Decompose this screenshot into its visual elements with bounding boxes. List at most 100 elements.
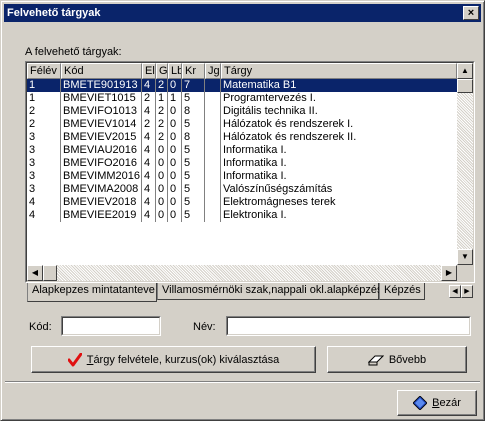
table-cell: 2 bbox=[156, 118, 168, 131]
vertical-scrollbar[interactable]: ▲ ▼ bbox=[457, 63, 473, 265]
table-row[interactable]: 3 BMEVIMA2008 4 0 0 5 Valószínűségszámítás bbox=[27, 183, 457, 196]
column-header[interactable]: Tárgy bbox=[221, 63, 457, 79]
table-cell: 8 bbox=[182, 105, 205, 118]
table-cell: 4 bbox=[142, 144, 156, 157]
table-cell: 0 bbox=[168, 131, 182, 144]
tab-alapkepzes[interactable]: Alapkepzes mintatanteve bbox=[27, 283, 157, 302]
table-cell: 1 bbox=[27, 92, 61, 105]
red-checkmark-icon bbox=[67, 352, 82, 366]
table-cell bbox=[205, 105, 221, 118]
table-cell: 2 bbox=[27, 118, 61, 131]
table-cell: 0 bbox=[156, 196, 168, 209]
eraser-icon bbox=[367, 355, 384, 365]
table-cell: 5 bbox=[182, 157, 205, 170]
scroll-up-button[interactable]: ▲ bbox=[457, 63, 473, 79]
horizontal-scrollbar[interactable]: ◀ ▶ bbox=[27, 265, 457, 281]
nev-input-value bbox=[227, 317, 470, 335]
column-header[interactable]: Jg. bbox=[205, 63, 221, 79]
table-cell: 4 bbox=[142, 170, 156, 183]
table-cell: 2 bbox=[142, 118, 156, 131]
table-cell: 4 bbox=[142, 183, 156, 196]
table-cell: 5 bbox=[182, 170, 205, 183]
table-cell: Matematika B1 bbox=[223, 79, 297, 91]
table-row[interactable]: 3 BMEVIAU2016 4 0 0 5 Informatika I. bbox=[27, 144, 457, 157]
subjects-grid-inner: FélévKódElGyLbKrJg.Tárgy 1BMETE901913420… bbox=[26, 62, 474, 282]
table-cell: Elektronika I. bbox=[223, 209, 287, 221]
vertical-scroll-thumb[interactable] bbox=[457, 79, 473, 93]
table-cell: BMEVIET1015 bbox=[61, 92, 142, 105]
close-icon: × bbox=[467, 7, 475, 19]
table-cell: Digitális technika II. bbox=[223, 105, 318, 117]
table-row[interactable]: 4 BMEVIEV2018 4 0 0 5 Elektromágneses terek bbox=[27, 196, 457, 209]
table-cell bbox=[205, 131, 221, 144]
table-row[interactable]: 3 BMEVIFO2016 4 0 0 5 Informatika I. bbox=[27, 157, 457, 170]
table-cell: BMEVIEE2019 bbox=[61, 209, 142, 222]
table-cell: Valószínűségszámítás bbox=[223, 183, 333, 195]
tab-label: Képzés bbox=[384, 284, 421, 296]
table-row[interactable]: 3 BMEVIEV2015 4 2 0 8 Hálózatok és rendszerek … bbox=[27, 131, 457, 144]
table-row[interactable]: 1 BMETE901913 4 2 0 7 Matematika B1 bbox=[27, 79, 457, 92]
add-subject-button[interactable]: Tárgy felvétele, kurzus(ok) kiválasztása bbox=[31, 346, 316, 373]
curriculum-tabs: Alapkepzes mintatanteve Villamosmérnöki … bbox=[25, 283, 475, 303]
table-cell bbox=[205, 209, 221, 222]
table-row[interactable]: 4 BMEVIEE2019 4 0 0 5 Elektronika I. bbox=[27, 209, 457, 222]
table-cell: 4 bbox=[142, 131, 156, 144]
table-cell bbox=[205, 183, 221, 196]
column-header[interactable]: Kr bbox=[182, 63, 205, 79]
column-header[interactable]: Lb bbox=[168, 63, 182, 79]
title-bar[interactable]: Felvehető tárgyak × bbox=[4, 4, 481, 22]
horizontal-scroll-thumb[interactable] bbox=[43, 265, 57, 281]
close-button[interactable]: Bezár bbox=[397, 390, 477, 416]
table-cell bbox=[205, 157, 221, 170]
table-cell: BMEVIFO1013 bbox=[61, 105, 142, 118]
nev-input[interactable] bbox=[226, 316, 471, 336]
tab-kepzes[interactable]: Képzés bbox=[379, 283, 425, 300]
table-cell: 0 bbox=[168, 196, 182, 209]
column-header[interactable]: Gy bbox=[156, 63, 168, 79]
scroll-down-button[interactable]: ▼ bbox=[457, 249, 473, 265]
table-cell: 5 bbox=[182, 92, 205, 105]
table-cell: BMEVIEV1014 bbox=[61, 118, 142, 131]
table-cell: 3 bbox=[27, 170, 61, 183]
scroll-left-button[interactable]: ◀ bbox=[27, 265, 43, 281]
table-cell: 0 bbox=[168, 105, 182, 118]
kod-input[interactable] bbox=[61, 316, 161, 336]
table-cell: 5 bbox=[182, 209, 205, 222]
tab-scroll-right-button[interactable]: ▶ bbox=[461, 285, 473, 298]
column-header[interactable]: Félév bbox=[27, 63, 61, 79]
more-button[interactable]: Bővebb bbox=[327, 346, 467, 373]
scroll-right-button[interactable]: ▶ bbox=[441, 265, 457, 281]
table-cell: 5 bbox=[182, 183, 205, 196]
table-cell: 4 bbox=[142, 209, 156, 222]
table-cell: 2 bbox=[156, 79, 168, 92]
table-cell: BMEVIFO2016 bbox=[61, 157, 142, 170]
table-cell: 0 bbox=[168, 209, 182, 222]
table-cell: 3 bbox=[27, 144, 61, 157]
table-row[interactable]: 2 BMEVIFO1013 4 2 0 8 Digitális technika II. bbox=[27, 105, 457, 118]
table-cell: 0 bbox=[168, 118, 182, 131]
column-header[interactable]: El bbox=[142, 63, 156, 79]
tab-villamosmernoki[interactable]: Villamosmérnöki szak,nappali okl.alapkép… bbox=[157, 283, 383, 300]
table-row[interactable]: 2 BMEVIEV1014 2 2 0 5 Hálózatok és rendszerek … bbox=[27, 118, 457, 131]
nev-label: Név: bbox=[193, 321, 216, 333]
grid-header: FélévKódElGyLbKrJg.Tárgy bbox=[27, 63, 457, 79]
tab-scroll-left-button[interactable]: ◀ bbox=[449, 285, 461, 298]
table-cell: 2 bbox=[27, 105, 61, 118]
table-cell bbox=[205, 92, 221, 105]
table-cell: 0 bbox=[168, 157, 182, 170]
table-cell: Informatika I. bbox=[223, 170, 287, 182]
close-window-button[interactable]: × bbox=[463, 6, 479, 20]
table-cell: 2 bbox=[142, 92, 156, 105]
table-cell: 0 bbox=[168, 183, 182, 196]
table-cell: 4 bbox=[142, 196, 156, 209]
tab-label: Villamosmérnöki szak,nappali okl.alapkép… bbox=[162, 284, 383, 296]
column-header[interactable]: Kód bbox=[61, 63, 142, 79]
subjects-grid[interactable]: FélévKódElGyLbKrJg.Tárgy 1BMETE901913420… bbox=[25, 61, 475, 283]
table-row[interactable]: 1 BMEVIET1015 2 1 1 5 Programtervezés I. bbox=[27, 92, 457, 105]
table-cell: 8 bbox=[182, 131, 205, 144]
kod-input-value bbox=[62, 317, 160, 335]
table-cell: BMEVIEV2015 bbox=[61, 131, 142, 144]
table-cell: 0 bbox=[156, 157, 168, 170]
table-row[interactable]: 3 BMEVIMM2016 4 0 0 5 Informatika I. bbox=[27, 170, 457, 183]
table-cell: 5 bbox=[182, 118, 205, 131]
